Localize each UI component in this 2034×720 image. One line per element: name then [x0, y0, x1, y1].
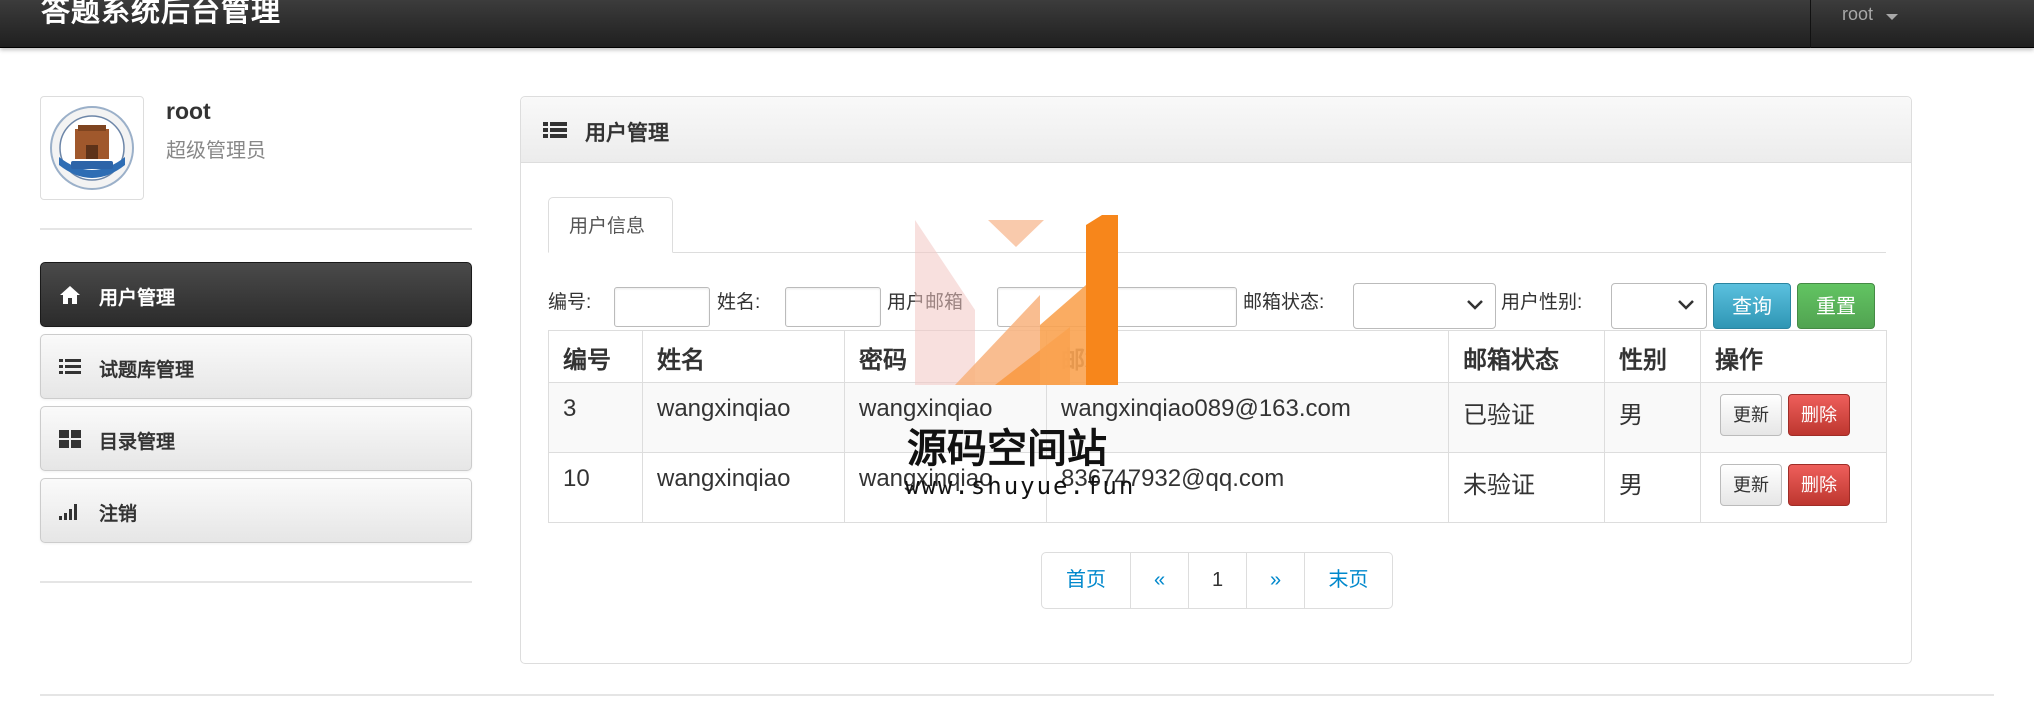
grid-icon	[59, 430, 81, 448]
update-button[interactable]: 更新	[1720, 394, 1782, 436]
delete-button[interactable]: 删除	[1788, 394, 1850, 436]
cell-actions: 更新 删除	[1700, 452, 1887, 523]
sidebar-divider-top	[40, 228, 472, 230]
cell-gender: 男	[1604, 382, 1701, 453]
column-header: 性别	[1604, 330, 1701, 383]
profile-role: 超级管理员	[166, 140, 266, 162]
user-dropdown-label: root	[1842, 4, 1874, 24]
panel-header: 用户管理	[521, 97, 1911, 163]
watermark-title: 源码空间站	[907, 427, 1107, 471]
list-icon	[59, 359, 81, 374]
gender-filter-label: 用户性别:	[1501, 292, 1583, 313]
cell-id: 10	[548, 452, 643, 523]
email-status-filter-label: 邮箱状态:	[1243, 292, 1325, 313]
column-header: 操作	[1700, 330, 1887, 383]
sidebar-item-user-management[interactable]: 用户管理	[40, 262, 472, 327]
table-header-row: 编号 姓名 密码 邮箱 邮箱状态 性别 操作	[548, 330, 1887, 383]
sidebar-divider-bottom	[40, 581, 472, 583]
page-last-link[interactable]: 末页	[1304, 553, 1392, 608]
name-filter-input[interactable]	[785, 287, 881, 327]
page-next-link[interactable]: »	[1246, 553, 1304, 608]
sidebar-item-label: 用户管理	[99, 288, 176, 309]
sidebar-item-logout[interactable]: 注销	[40, 478, 472, 543]
cell-id: 3	[548, 382, 643, 453]
column-header: 姓名	[642, 330, 845, 383]
home-icon	[60, 286, 80, 304]
avatar-emblem-icon	[50, 106, 134, 190]
email-status-select[interactable]	[1353, 283, 1496, 329]
name-filter-label: 姓名:	[717, 292, 761, 313]
cell-email-status: 已验证	[1448, 382, 1605, 453]
sidebar-item-label: 目录管理	[99, 432, 176, 453]
id-filter-label: 编号:	[548, 292, 592, 313]
cell-gender: 男	[1604, 452, 1701, 523]
user-table: 编号 姓名 密码 邮箱 邮箱状态 性别 操作 3 wangxinqiao wan…	[548, 330, 1887, 523]
pagination: 首页 « 1 » 末页	[1041, 552, 1393, 609]
cell-name: wangxinqiao	[642, 452, 845, 523]
page-prev-link[interactable]: «	[1130, 553, 1188, 608]
sidebar-item-label: 注销	[99, 504, 138, 525]
chevron-down-icon	[1678, 300, 1694, 310]
chevron-down-icon	[1467, 300, 1483, 310]
column-header: 编号	[548, 330, 643, 383]
sidebar-item-question-bank[interactable]: 试题库管理	[40, 334, 472, 399]
user-dropdown[interactable]: root	[1810, 0, 2034, 48]
reset-button[interactable]: 重置	[1797, 283, 1875, 329]
tab-user-info[interactable]: 用户信息	[548, 197, 673, 253]
avatar	[40, 96, 144, 200]
footer-divider	[40, 694, 1994, 696]
list-icon	[543, 122, 567, 138]
table-row: 10 wangxinqiao wangxinqiao 836747932@qq.…	[548, 452, 1887, 523]
profile-name: root	[166, 98, 211, 124]
cell-email-status: 未验证	[1448, 452, 1605, 523]
user-management-panel: 用户管理 用户信息 编号: 姓名: 用户邮箱 邮箱状态: 用户性别: 查询 重置…	[520, 96, 1912, 664]
panel-title: 用户管理	[585, 122, 669, 145]
app-title[interactable]: 答题系统后台管理	[41, 0, 281, 30]
top-navbar: 答题系统后台管理 root	[0, 0, 2034, 48]
update-button[interactable]: 更新	[1720, 464, 1782, 506]
column-header: 邮箱状态	[1448, 330, 1605, 383]
sidebar-item-catalog[interactable]: 目录管理	[40, 406, 472, 471]
cell-actions: 更新 删除	[1700, 382, 1887, 453]
query-button[interactable]: 查询	[1713, 283, 1791, 329]
id-filter-input[interactable]	[614, 287, 710, 327]
page-current[interactable]: 1	[1188, 553, 1246, 608]
gender-select[interactable]	[1611, 283, 1707, 329]
cell-name: wangxinqiao	[642, 382, 845, 453]
caret-down-icon	[1886, 14, 1898, 20]
tab-bar-line	[548, 252, 1886, 253]
page-first-link[interactable]: 首页	[1042, 553, 1130, 608]
watermark-url: www.shuyue.fun	[905, 472, 1136, 500]
delete-button[interactable]: 删除	[1788, 464, 1850, 506]
signal-bars-icon	[59, 504, 77, 520]
table-row: 3 wangxinqiao wangxinqiao wangxinqiao089…	[548, 382, 1887, 453]
sidebar-item-label: 试题库管理	[99, 360, 195, 381]
